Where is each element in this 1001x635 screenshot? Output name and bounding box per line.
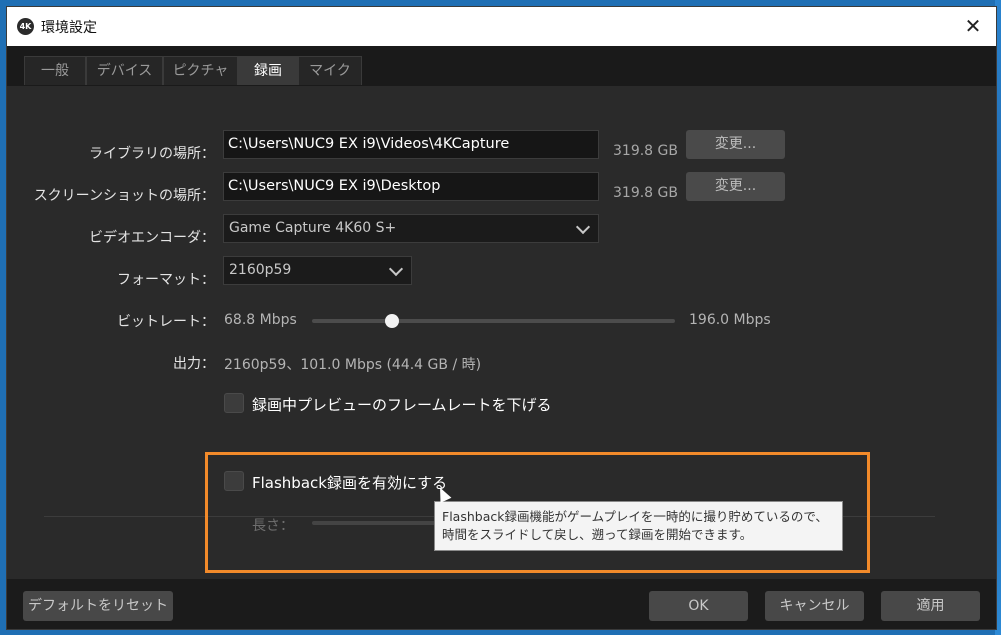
video-encoder-select[interactable]: Game Capture 4K60 S+ bbox=[223, 214, 599, 243]
bitrate-label: ビットレート： bbox=[117, 314, 215, 330]
tooltip-line-2: 時間をスライドして戻し、遡って録画を開始できます。 bbox=[442, 527, 753, 542]
library-location-label: ライブラリの場所： bbox=[89, 146, 215, 162]
screenshot-location-label: スクリーンショットの場所： bbox=[33, 188, 215, 204]
tab-picture[interactable]: ピクチャ bbox=[163, 56, 238, 85]
title-bar: 4K 環境設定 ✕ bbox=[7, 7, 996, 46]
library-path-field[interactable]: C:\Users\NUC9 EX i9\Videos\4KCapture bbox=[223, 130, 599, 159]
close-icon[interactable]: ✕ bbox=[950, 7, 996, 46]
flashback-tooltip: Flashback録画機能がゲームプレイを一時的に撮り貯めているので、 時間をス… bbox=[434, 501, 843, 551]
video-encoder-label: ビデオエンコーダ： bbox=[89, 230, 215, 246]
library-change-button[interactable]: 変更... bbox=[686, 130, 785, 159]
screenshot-path-field[interactable]: C:\Users\NUC9 EX i9\Desktop bbox=[223, 172, 599, 201]
flashback-length-slider[interactable] bbox=[312, 521, 437, 525]
tab-bar: 一般 デバイス ピクチャ 録画 マイク bbox=[7, 46, 996, 86]
flashback-checkbox[interactable] bbox=[224, 471, 244, 491]
tab-device[interactable]: デバイス bbox=[86, 56, 163, 85]
format-value: 2160p59 bbox=[229, 262, 292, 278]
screenshot-change-button[interactable]: 変更... bbox=[686, 172, 785, 201]
footer-bar: デフォルトをリセット OK キャンセル 適用 bbox=[7, 579, 996, 629]
flashback-length-label: 長さ： bbox=[252, 518, 294, 534]
tab-general[interactable]: 一般 bbox=[24, 56, 86, 85]
app-logo-icon: 4K bbox=[17, 18, 34, 35]
cancel-button[interactable]: キャンセル bbox=[765, 591, 864, 621]
output-label: 出力： bbox=[173, 356, 215, 372]
reset-defaults-button[interactable]: デフォルトをリセット bbox=[23, 591, 173, 621]
apply-button[interactable]: 適用 bbox=[881, 591, 980, 621]
flashback-label[interactable]: Flashback録画を有効にする bbox=[252, 472, 447, 493]
bitrate-min: 68.8 Mbps bbox=[224, 312, 297, 328]
chevron-down-icon bbox=[575, 219, 591, 235]
ok-button[interactable]: OK bbox=[649, 591, 748, 621]
window-title: 環境設定 bbox=[41, 20, 97, 36]
chevron-down-icon bbox=[388, 261, 404, 277]
format-select[interactable]: 2160p59 bbox=[223, 256, 412, 285]
output-value: 2160p59、101.0 Mbps (44.4 GB / 時) bbox=[224, 357, 482, 373]
settings-window: 4K 環境設定 ✕ 一般 デバイス ピクチャ 録画 マイク ライブラリの場所： … bbox=[6, 6, 997, 630]
tab-microphone[interactable]: マイク bbox=[298, 56, 362, 85]
bitrate-max: 196.0 Mbps bbox=[689, 312, 771, 328]
tooltip-line-1: Flashback録画機能がゲームプレイを一時的に撮り貯めているので、 bbox=[442, 509, 828, 524]
screenshot-free-space: 319.8 GB bbox=[613, 185, 678, 201]
tab-recording[interactable]: 録画 bbox=[238, 56, 298, 85]
library-free-space: 319.8 GB bbox=[613, 143, 678, 159]
video-encoder-value: Game Capture 4K60 S+ bbox=[229, 220, 397, 236]
format-label: フォーマット： bbox=[117, 272, 215, 288]
lower-framerate-checkbox[interactable] bbox=[224, 393, 244, 413]
bitrate-slider-thumb[interactable] bbox=[384, 314, 399, 328]
bitrate-slider-track[interactable] bbox=[312, 319, 675, 323]
lower-framerate-label: 録画中プレビューのフレームレートを下げる bbox=[252, 396, 552, 414]
